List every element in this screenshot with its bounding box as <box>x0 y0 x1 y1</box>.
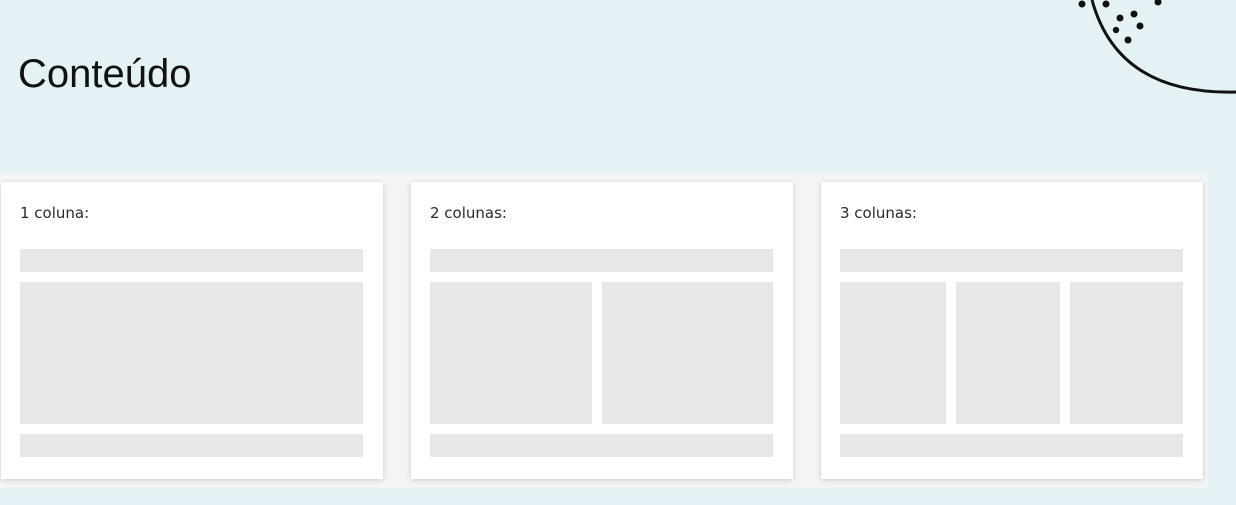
header-placeholder <box>840 249 1183 272</box>
layout-card-three-columns[interactable]: 3 colunas: <box>821 182 1203 479</box>
layout-card-label: 1 coluna: <box>20 204 90 222</box>
footer-placeholder <box>20 434 363 457</box>
column-placeholder <box>1070 282 1183 424</box>
column-placeholder <box>430 282 592 424</box>
column-placeholder <box>956 282 1060 424</box>
layout-card-two-columns[interactable]: 2 colunas: <box>411 182 793 479</box>
layout-card-one-column[interactable]: 1 coluna: <box>1 182 383 479</box>
column-placeholder <box>20 282 363 424</box>
dotted-arc-decoration-icon <box>1078 0 1236 94</box>
header-placeholder <box>20 249 363 272</box>
layout-options: 1 coluna: 2 colunas: 3 colunas: <box>0 173 1208 489</box>
column-placeholder <box>840 282 946 424</box>
header-placeholder <box>430 249 773 272</box>
layout-card-label: 2 colunas: <box>430 204 507 222</box>
footer-placeholder <box>840 434 1183 457</box>
footer-placeholder <box>430 434 773 457</box>
column-placeholder <box>602 282 773 424</box>
page-title: Conteúdo <box>18 52 192 96</box>
layout-card-label: 3 colunas: <box>840 204 917 222</box>
